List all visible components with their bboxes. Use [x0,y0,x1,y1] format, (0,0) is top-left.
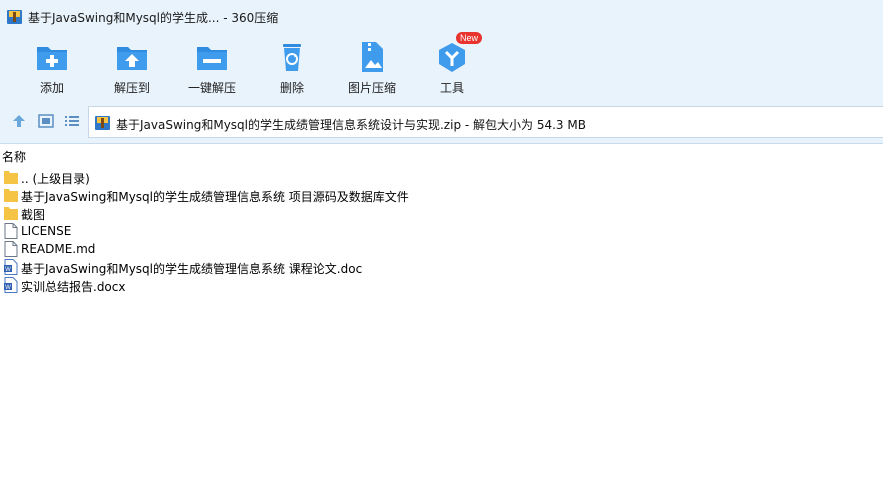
archive-file-icon [95,116,110,130]
column-name-label: 名称 [2,150,27,164]
word-document-icon: W [4,259,18,275]
list-item[interactable]: 截图 [0,204,883,222]
svg-text:W: W [5,267,11,273]
list-item[interactable]: W 实训总结报告.docx [0,276,883,294]
extract-to-icon [117,47,147,70]
file-icon [4,223,18,239]
list-item-name: 实训总结报告.docx [21,280,126,294]
list-item[interactable]: README.md [0,240,883,258]
file-list: .. (上级目录) 基于JavaSwing和Mysql的学生成绩管理信息系统 项… [0,168,883,294]
archive-app-icon [7,10,22,24]
list-item-parent-dir[interactable]: .. (上级目录) [0,168,883,186]
add-button[interactable]: 添加 [12,34,92,96]
list-item-name: LICENSE [21,224,72,238]
list-item-name: README.md [21,242,96,256]
title-bar: 基于JavaSwing和Mysql的学生成... - 360压缩 [0,0,883,32]
image-compress-button[interactable]: 图片压缩 [332,34,412,96]
add-folder-icon [37,47,67,70]
list-item[interactable]: LICENSE [0,222,883,240]
image-compress-label: 图片压缩 [347,81,396,95]
up-arrow-icon[interactable] [11,113,27,129]
list-item-name: 基于JavaSwing和Mysql的学生成绩管理信息系统 项目源码及数据库文件 [21,190,409,204]
word-document-icon: W [4,277,18,293]
tools-icon [439,43,465,72]
svg-text:W: W [5,285,11,291]
delete-button[interactable]: 删除 [252,34,332,96]
list-item-name: .. (上级目录) [21,172,90,186]
address-path: 基于JavaSwing和Mysql的学生成绩管理信息系统设计与实现.zip - … [116,118,586,132]
one-click-extract-icon [197,47,227,70]
folder-icon [4,207,18,220]
address-bar: 基于JavaSwing和Mysql的学生成绩管理信息系统设计与实现.zip - … [0,104,883,138]
delete-label: 删除 [279,81,304,95]
view-thumbnail-icon[interactable] [38,113,54,129]
image-compress-icon [362,42,383,72]
extract-to-button[interactable]: 解压到 [92,34,172,96]
list-item[interactable]: W 基于JavaSwing和Mysql的学生成绩管理信息系统 课程论文.doc [0,258,883,276]
address-field[interactable]: 基于JavaSwing和Mysql的学生成绩管理信息系统设计与实现.zip - … [88,106,883,138]
window-title: 基于JavaSwing和Mysql的学生成... - 360压缩 [28,11,279,25]
one-click-extract-button[interactable]: 一键解压 [172,34,252,96]
new-badge: New [456,32,483,44]
column-header-name[interactable]: 名称 [0,146,883,164]
folder-icon [4,171,18,184]
tools-label: 工具 [439,81,464,95]
file-icon [4,241,18,257]
view-list-icon[interactable] [64,113,80,129]
list-item-name: 截图 [21,208,46,222]
one-click-extract-label: 一键解压 [187,81,236,95]
window-chrome: 基于JavaSwing和Mysql的学生成... - 360压缩 添加 解压到 [0,0,883,144]
extract-to-label: 解压到 [113,81,150,95]
add-label: 添加 [39,81,64,95]
delete-icon [283,44,301,71]
folder-icon [4,189,18,202]
toolbar: 添加 解压到 一键解压 删除 图片压缩 工具 New [0,32,883,96]
tools-button[interactable]: 工具 New [412,32,492,96]
list-item-name: 基于JavaSwing和Mysql的学生成绩管理信息系统 课程论文.doc [21,262,363,276]
list-item[interactable]: 基于JavaSwing和Mysql的学生成绩管理信息系统 项目源码及数据库文件 [0,186,883,204]
